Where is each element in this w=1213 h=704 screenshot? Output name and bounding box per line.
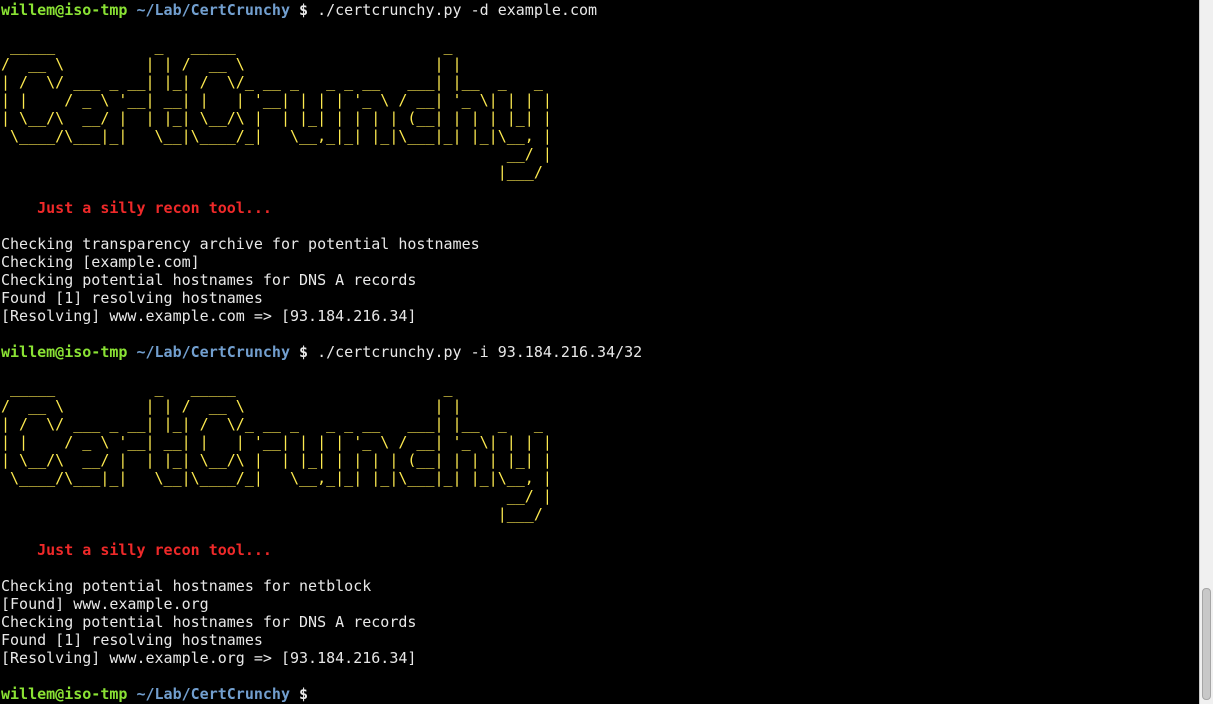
tagline-line: Just a silly recon tool... bbox=[1, 199, 1199, 217]
prompt-path: ~/Lab/CertCrunchy bbox=[136, 1, 290, 19]
terminal-window[interactable]: willem@iso-tmp ~/Lab/CertCrunchy $ ./cer… bbox=[0, 0, 1199, 704]
output-line: [Resolving] www.example.com => [93.184.2… bbox=[1, 307, 417, 325]
vertical-scrollbar[interactable] bbox=[1199, 0, 1213, 704]
output-line: Checking [example.com] bbox=[1, 253, 200, 271]
tagline-line: Just a silly recon tool... bbox=[1, 541, 1199, 559]
scrollbar-thumb[interactable] bbox=[1202, 588, 1211, 700]
command-text: ./certcrunchy.py -d example.com bbox=[317, 1, 598, 19]
prompt-line: willem@iso-tmp ~/Lab/CertCrunchy $ ./cer… bbox=[1, 1, 1199, 19]
prompt-symbol: $ bbox=[299, 343, 309, 361]
prompt-path: ~/Lab/CertCrunchy bbox=[136, 685, 290, 703]
ascii-banner: _____ _ _____ _ / __ \ | | / __ \ | | | … bbox=[1, 37, 552, 181]
active-prompt-line[interactable]: willem@iso-tmp ~/Lab/CertCrunchy $ bbox=[1, 685, 1199, 703]
prompt-symbol: $ bbox=[299, 1, 309, 19]
output-line: Found [1] resolving hostnames bbox=[1, 289, 263, 307]
output-line: Checking potential hostnames for netbloc… bbox=[1, 577, 372, 595]
ascii-banner: _____ _ _____ _ / __ \ | | / __ \ | | | … bbox=[1, 379, 552, 523]
output-line: Checking potential hostnames for DNS A r… bbox=[1, 271, 417, 289]
output-line: Checking potential hostnames for DNS A r… bbox=[1, 613, 417, 631]
output-line: [Found] www.example.org bbox=[1, 595, 209, 613]
tagline: Just a silly recon tool... bbox=[37, 199, 272, 217]
tagline: Just a silly recon tool... bbox=[37, 541, 272, 559]
prompt-user-host: willem@iso-tmp bbox=[1, 343, 128, 361]
output-line: Found [1] resolving hostnames bbox=[1, 631, 263, 649]
output-line: Checking transparency archive for potent… bbox=[1, 235, 480, 253]
output-line: [Resolving] www.example.org => [93.184.2… bbox=[1, 649, 417, 667]
prompt-user-host: willem@iso-tmp bbox=[1, 1, 128, 19]
command-text: ./certcrunchy.py -i 93.184.216.34/32 bbox=[317, 343, 643, 361]
prompt-symbol: $ bbox=[299, 685, 309, 703]
prompt-line: willem@iso-tmp ~/Lab/CertCrunchy $ ./cer… bbox=[1, 343, 1199, 361]
prompt-path: ~/Lab/CertCrunchy bbox=[136, 343, 290, 361]
terminal-content: willem@iso-tmp ~/Lab/CertCrunchy $ ./cer… bbox=[0, 0, 1199, 703]
prompt-user-host: willem@iso-tmp bbox=[1, 685, 128, 703]
